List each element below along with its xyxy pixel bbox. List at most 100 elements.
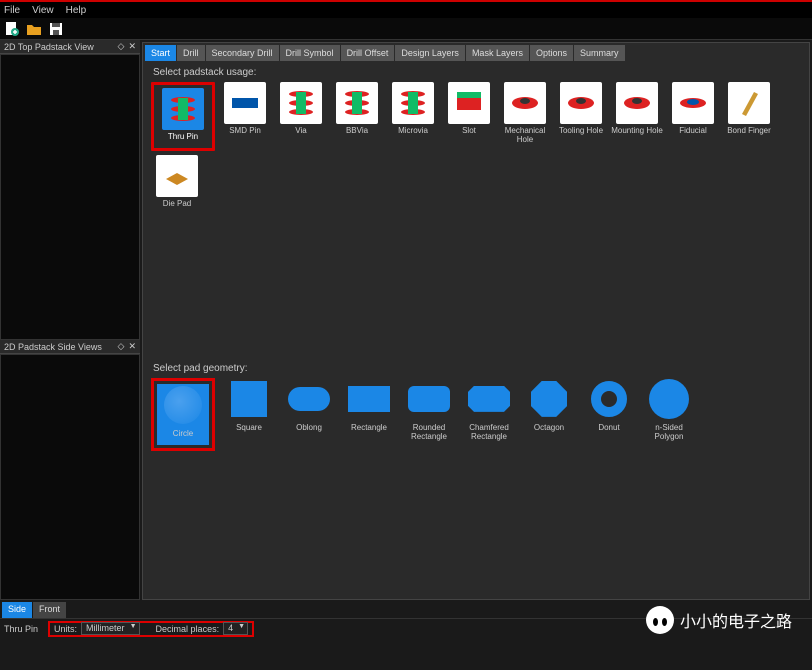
donut-shape-icon (591, 381, 627, 417)
tab-drill-offset[interactable]: Drill Offset (341, 45, 395, 61)
geometry-octagon[interactable]: Octagon (523, 378, 575, 451)
undock-icon[interactable]: ◇ (118, 41, 125, 52)
usage-slot[interactable]: Slot (443, 82, 495, 151)
top-panel-header: 2D Top Padstack View ◇ ✕ (0, 40, 140, 54)
geometry-shape (162, 384, 204, 426)
bottom-tab-side[interactable]: Side (2, 602, 32, 618)
new-button[interactable] (2, 20, 22, 38)
wechat-icon (646, 606, 674, 634)
usage-icon (336, 82, 378, 124)
geometry-rounded-rectangle[interactable]: Rounded Rectangle (403, 378, 455, 451)
usage-label: Microvia (398, 127, 428, 136)
tab-secondary-drill[interactable]: Secondary Drill (206, 45, 279, 61)
slot-icon (452, 86, 486, 120)
polygon-shape-icon (649, 379, 689, 419)
units-dropdown[interactable]: Millimeter (81, 622, 140, 635)
geometry-rectangle[interactable]: Rectangle (343, 378, 395, 451)
usage-tooling-hole[interactable]: Tooling Hole (555, 82, 607, 151)
save-button[interactable] (46, 20, 66, 38)
usage-label: Slot (462, 127, 476, 136)
geometry-label: Donut (598, 424, 619, 433)
usage-icon (504, 82, 546, 124)
geometry-square[interactable]: Square (223, 378, 275, 451)
geometry-shape (528, 378, 570, 420)
undock-icon[interactable]: ◇ (118, 341, 125, 352)
usage-thru-pin[interactable]: Thru Pin (157, 88, 209, 142)
close-icon[interactable]: ✕ (128, 341, 136, 352)
usage-icon (448, 82, 490, 124)
usage-mounting-hole[interactable]: Mounting Hole (611, 82, 663, 151)
menu-file[interactable]: File (4, 5, 20, 16)
close-icon[interactable]: ✕ (128, 41, 136, 52)
chamfered-rect-shape-icon (468, 386, 510, 412)
usage-icon (728, 82, 770, 124)
usage-icon (392, 82, 434, 124)
watermark: 小小的电子之路 (646, 606, 792, 634)
decimal-dropdown[interactable]: 4 (223, 622, 248, 635)
microvia-icon (396, 86, 430, 120)
usage-smd-pin[interactable]: SMD Pin (219, 82, 271, 151)
geometry-label: Select pad geometry: (143, 357, 809, 378)
usage-label: Thru Pin (168, 133, 198, 142)
status-type: Thru Pin (4, 624, 38, 634)
menu-help[interactable]: Help (66, 5, 87, 16)
geometry-label: Rectangle (351, 424, 387, 433)
thru-pin-icon (166, 92, 200, 126)
open-button[interactable] (24, 20, 44, 38)
smd-pin-icon (228, 86, 262, 120)
tooling-hole-icon (564, 86, 598, 120)
tab-start[interactable]: Start (145, 45, 176, 61)
mechanical-hole-icon (508, 86, 542, 120)
bond-finger-icon (732, 86, 766, 120)
usage-fiducial[interactable]: Fiducial (667, 82, 719, 151)
usage-label: Bond Finger (727, 127, 771, 136)
tab-drill[interactable]: Drill (177, 45, 205, 61)
padstack-usage-grid: Thru Pin SMD Pin Via BBVia Microvia Slot Mecha… (143, 82, 809, 209)
tab-options[interactable]: Options (530, 45, 573, 61)
geometry-chamfered-rectangle[interactable]: Chamfered Rectangle (463, 378, 515, 451)
usage-label: SMD Pin (229, 127, 261, 136)
side-panel-title: 2D Padstack Side Views (4, 342, 102, 352)
usage-icon (672, 82, 714, 124)
menu-view[interactable]: View (32, 5, 54, 16)
pad-geometry-grid: Circle SquareOblong Rectangle Rounded Recta… (143, 378, 809, 451)
usage-bbvia[interactable]: BBVia (331, 82, 383, 151)
toolbar (0, 18, 812, 40)
bottom-tab-front[interactable]: Front (33, 602, 66, 618)
geometry-donut[interactable]: Donut (583, 378, 635, 451)
menu-bar: File View Help (0, 2, 812, 18)
units-label: Units: (54, 624, 77, 634)
usage-mechanical-hole[interactable]: Mechanical Hole (499, 82, 551, 151)
geometry-oblong[interactable]: Oblong (283, 378, 335, 451)
tab-drill-symbol[interactable]: Drill Symbol (280, 45, 340, 61)
geometry-n-sided-polygon[interactable]: n-Sided Polygon (643, 378, 695, 451)
octagon-shape-icon (531, 381, 567, 417)
usage-bond-finger[interactable]: Bond Finger (723, 82, 775, 151)
usage-via[interactable]: Via (275, 82, 327, 151)
usage-microvia[interactable]: Microvia (387, 82, 439, 151)
geometry-circle[interactable]: Circle (157, 384, 209, 445)
usage-label: BBVia (346, 127, 368, 136)
geometry-shape (648, 378, 690, 420)
top-padstack-view (0, 54, 140, 340)
rounded-rect-shape-icon (408, 386, 450, 412)
folder-icon (26, 21, 42, 37)
geometry-label: n-Sided Polygon (643, 424, 695, 442)
usage-icon (224, 82, 266, 124)
via-icon (284, 86, 318, 120)
geometry-shape (588, 378, 630, 420)
usage-die-pad[interactable]: Die Pad (151, 155, 203, 209)
usage-label: Mounting Hole (611, 127, 663, 136)
geometry-label: Rounded Rectangle (403, 424, 455, 442)
geometry-shape (348, 378, 390, 420)
circle-shape-icon (164, 386, 202, 424)
mounting-hole-icon (620, 86, 654, 120)
geometry-label: Chamfered Rectangle (463, 424, 515, 442)
geometry-label: Octagon (534, 424, 564, 433)
geometry-shape (288, 378, 330, 420)
side-panel-header: 2D Padstack Side Views ◇ ✕ (0, 340, 140, 354)
oblong-shape-icon (288, 387, 330, 411)
tab-mask-layers[interactable]: Mask Layers (466, 45, 529, 61)
tab-summary[interactable]: Summary (574, 45, 625, 61)
tab-design-layers[interactable]: Design Layers (395, 45, 465, 61)
